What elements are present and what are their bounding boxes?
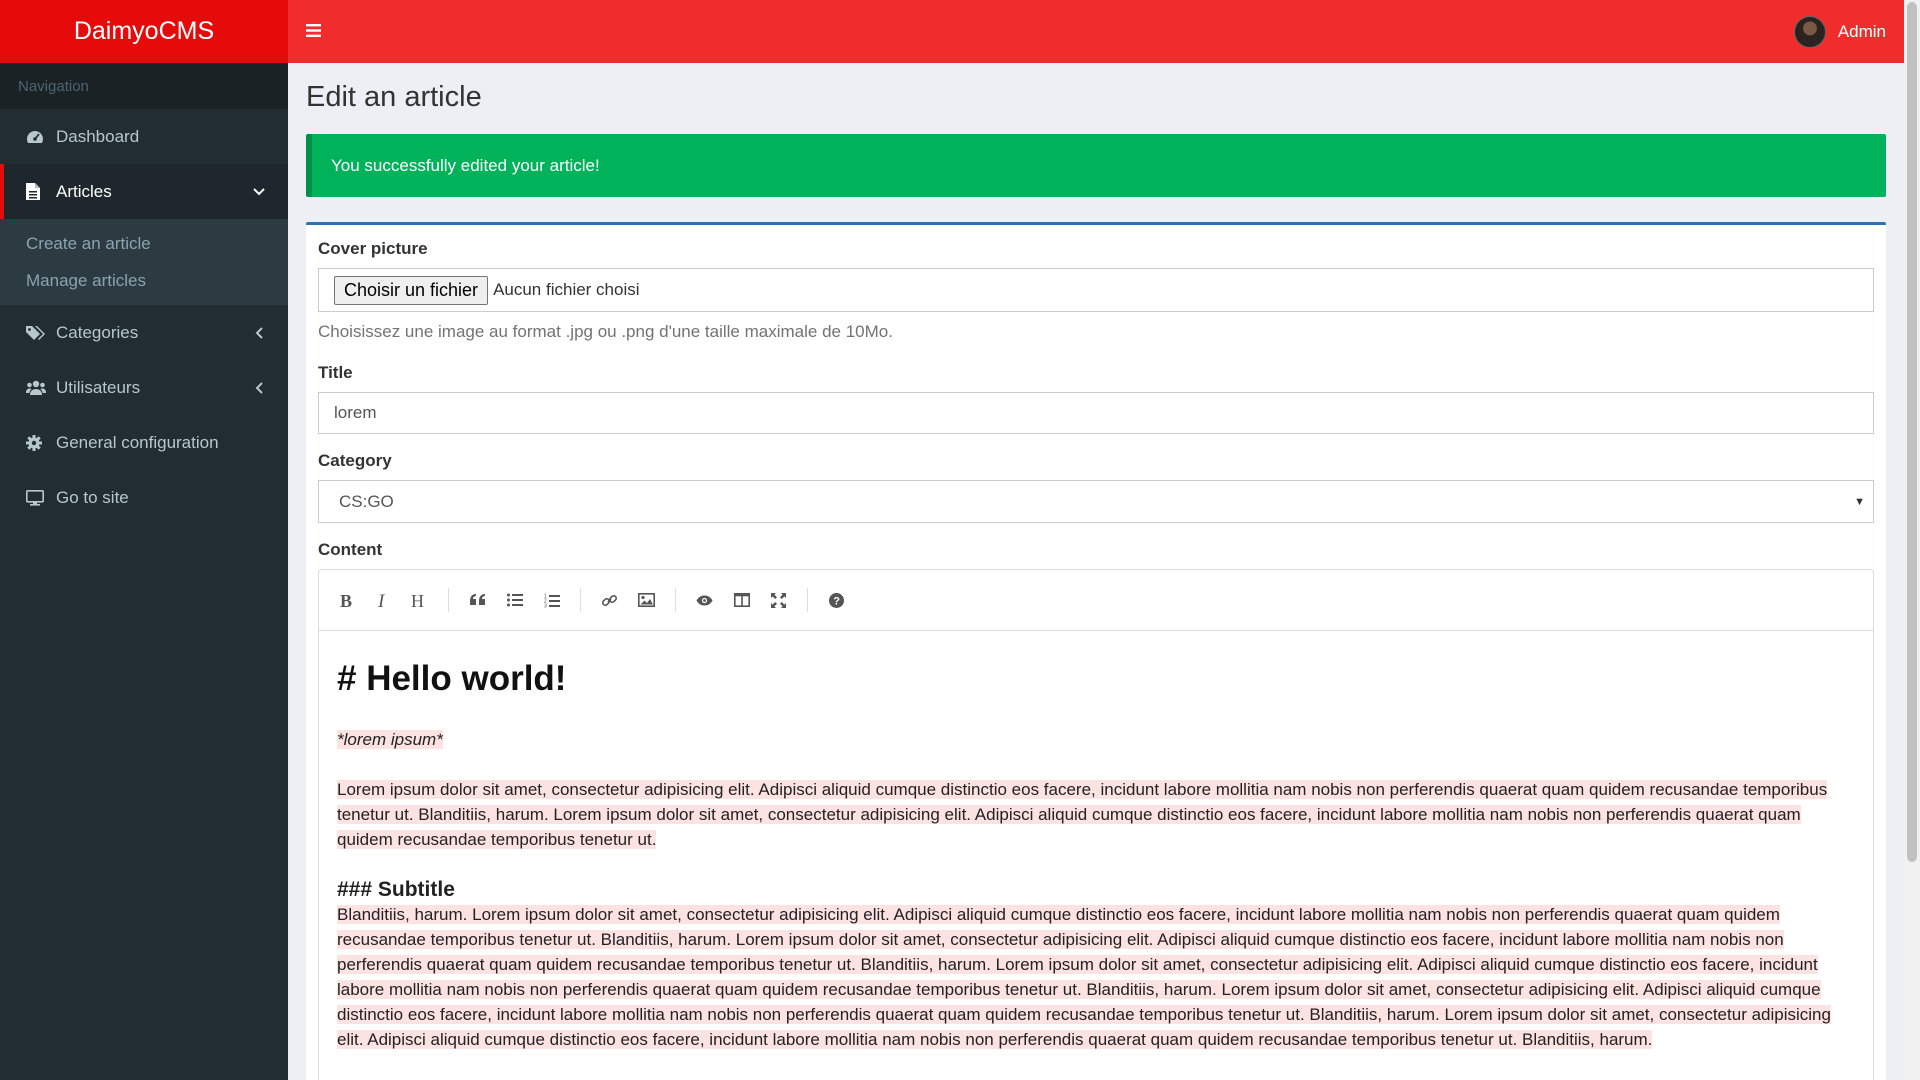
category-label: Category — [318, 451, 392, 470]
dashboard-icon — [26, 129, 50, 145]
chevron-left-icon — [252, 326, 266, 339]
gear-icon — [26, 434, 50, 451]
submenu-item-manage-articles[interactable]: Manage articles — [0, 262, 288, 299]
articles-submenu: Create an article Manage articles — [0, 219, 288, 305]
submenu-item-create-article[interactable]: Create an article — [0, 225, 288, 262]
desktop-icon — [26, 489, 50, 506]
preview-icon[interactable] — [688, 584, 721, 617]
edit-article-form: Cover picture Choisir un fichier Aucun f… — [306, 222, 1886, 1080]
content-emphasis: *lorem ipsum* — [337, 727, 1855, 752]
content-paragraph-text: Blanditiis, harum. Lorem ipsum dolor sit… — [337, 905, 1831, 1049]
sidebar: DaimyoCMS Navigation Dashboard Articles … — [0, 0, 288, 1080]
topbar: Admin — [288, 0, 1904, 63]
sidebar-item-dashboard[interactable]: Dashboard — [0, 109, 288, 164]
scrollbar-thumb[interactable] — [1907, 2, 1917, 862]
success-alert: You successfully edited your article! — [306, 134, 1886, 197]
content-subheading: ### Subtitle — [337, 878, 455, 901]
svg-text:I: I — [377, 592, 386, 609]
content-heading: # Hello world! — [337, 659, 567, 698]
svg-text:H: H — [411, 592, 424, 609]
side-by-side-icon[interactable] — [725, 584, 758, 617]
page-title: Edit an article — [306, 81, 482, 113]
quote-icon[interactable] — [461, 584, 494, 617]
cover-picture-field: Choisir un fichier Aucun fichier choisi — [318, 268, 1874, 312]
chevron-left-icon — [252, 381, 266, 394]
sidebar-item-label: General configuration — [56, 432, 219, 452]
category-group: Category CS:GO ▼ — [318, 451, 1874, 523]
page-scrollbar[interactable] — [1904, 0, 1920, 1080]
fullscreen-icon[interactable] — [762, 584, 795, 617]
sidebar-item-general-configuration[interactable]: General configuration — [0, 415, 288, 470]
sidebar-item-label: Utilisateurs — [56, 377, 141, 397]
user-name: Admin — [1837, 21, 1886, 41]
avatar — [1793, 15, 1826, 48]
hamburger-icon — [305, 22, 321, 42]
sidebar-item-go-to-site[interactable]: Go to site — [0, 470, 288, 525]
toolbar-separator — [807, 588, 808, 612]
sidebar-item-articles[interactable]: Articles — [0, 164, 288, 219]
caret-down-icon: ▼ — [1854, 496, 1865, 508]
sidebar-item-label: Categories — [56, 322, 139, 342]
ordered-list-icon[interactable]: 123 — [535, 584, 568, 617]
editor-toolbar: B I H 123 ? — [319, 570, 1873, 631]
user-menu[interactable]: Admin — [1793, 15, 1904, 48]
category-select[interactable]: CS:GO ▼ — [318, 480, 1874, 523]
italic-icon[interactable]: I — [366, 584, 399, 617]
bold-icon[interactable]: B — [329, 584, 362, 617]
title-label: Title — [318, 363, 353, 382]
svg-text:B: B — [340, 592, 352, 609]
unordered-list-icon[interactable] — [498, 584, 531, 617]
toolbar-separator — [448, 588, 449, 612]
svg-text:?: ? — [833, 595, 840, 607]
sidebar-item-label: Dashboard — [56, 126, 140, 146]
content-group: Content B I H 1 2 3 ? # Hello world! *lo… — [318, 540, 1874, 1080]
tags-icon — [26, 325, 50, 341]
svg-text:3: 3 — [544, 603, 547, 608]
heading-icon[interactable]: H — [403, 584, 436, 617]
sidebar-toggle-button[interactable] — [288, 0, 338, 63]
nav-header: Navigation — [0, 63, 288, 109]
title-group: Title lorem — [318, 363, 1874, 434]
help-icon[interactable]: ? — [820, 584, 853, 617]
title-input[interactable]: lorem — [318, 392, 1874, 434]
toolbar-separator — [675, 588, 676, 612]
sidebar-item-utilisateurs[interactable]: Utilisateurs — [0, 360, 288, 415]
category-value: CS:GO — [339, 491, 394, 511]
content-paragraph: Lorem ipsum dolor sit amet, consectetur … — [337, 777, 1855, 852]
cover-help-text: Choisissez une image au format .jpg ou .… — [318, 322, 893, 341]
image-icon[interactable] — [630, 584, 663, 617]
content-paragraph: Blanditiis, harum. Lorem ipsum dolor sit… — [337, 902, 1855, 1052]
toolbar-separator — [580, 588, 581, 612]
choose-file-button[interactable]: Choisir un fichier — [334, 275, 489, 305]
content-label: Content — [318, 540, 383, 559]
file-status: Aucun fichier choisi — [493, 280, 640, 299]
markdown-editor[interactable]: B I H 123 ? # Hello world! *lorem ipsum*… — [318, 569, 1874, 1080]
chevron-down-icon — [252, 187, 266, 196]
brand-logo[interactable]: DaimyoCMS — [0, 0, 288, 63]
cover-picture-label: Cover picture — [318, 239, 428, 258]
users-icon — [26, 380, 50, 395]
main-content: Edit an article You successfully edited … — [288, 63, 1904, 1080]
sidebar-item-label: Go to site — [56, 487, 129, 507]
sidebar-item-categories[interactable]: Categories — [0, 305, 288, 360]
content-paragraph-text: Lorem ipsum dolor sit amet, consectetur … — [337, 780, 1828, 849]
link-icon[interactable] — [593, 584, 626, 617]
file-icon — [26, 183, 50, 200]
sidebar-item-label: Articles — [56, 181, 112, 201]
editor-content[interactable]: # Hello world! *lorem ipsum* Lorem ipsum… — [319, 631, 1873, 1052]
content-emphasis-text: *lorem ipsum* — [337, 730, 443, 749]
